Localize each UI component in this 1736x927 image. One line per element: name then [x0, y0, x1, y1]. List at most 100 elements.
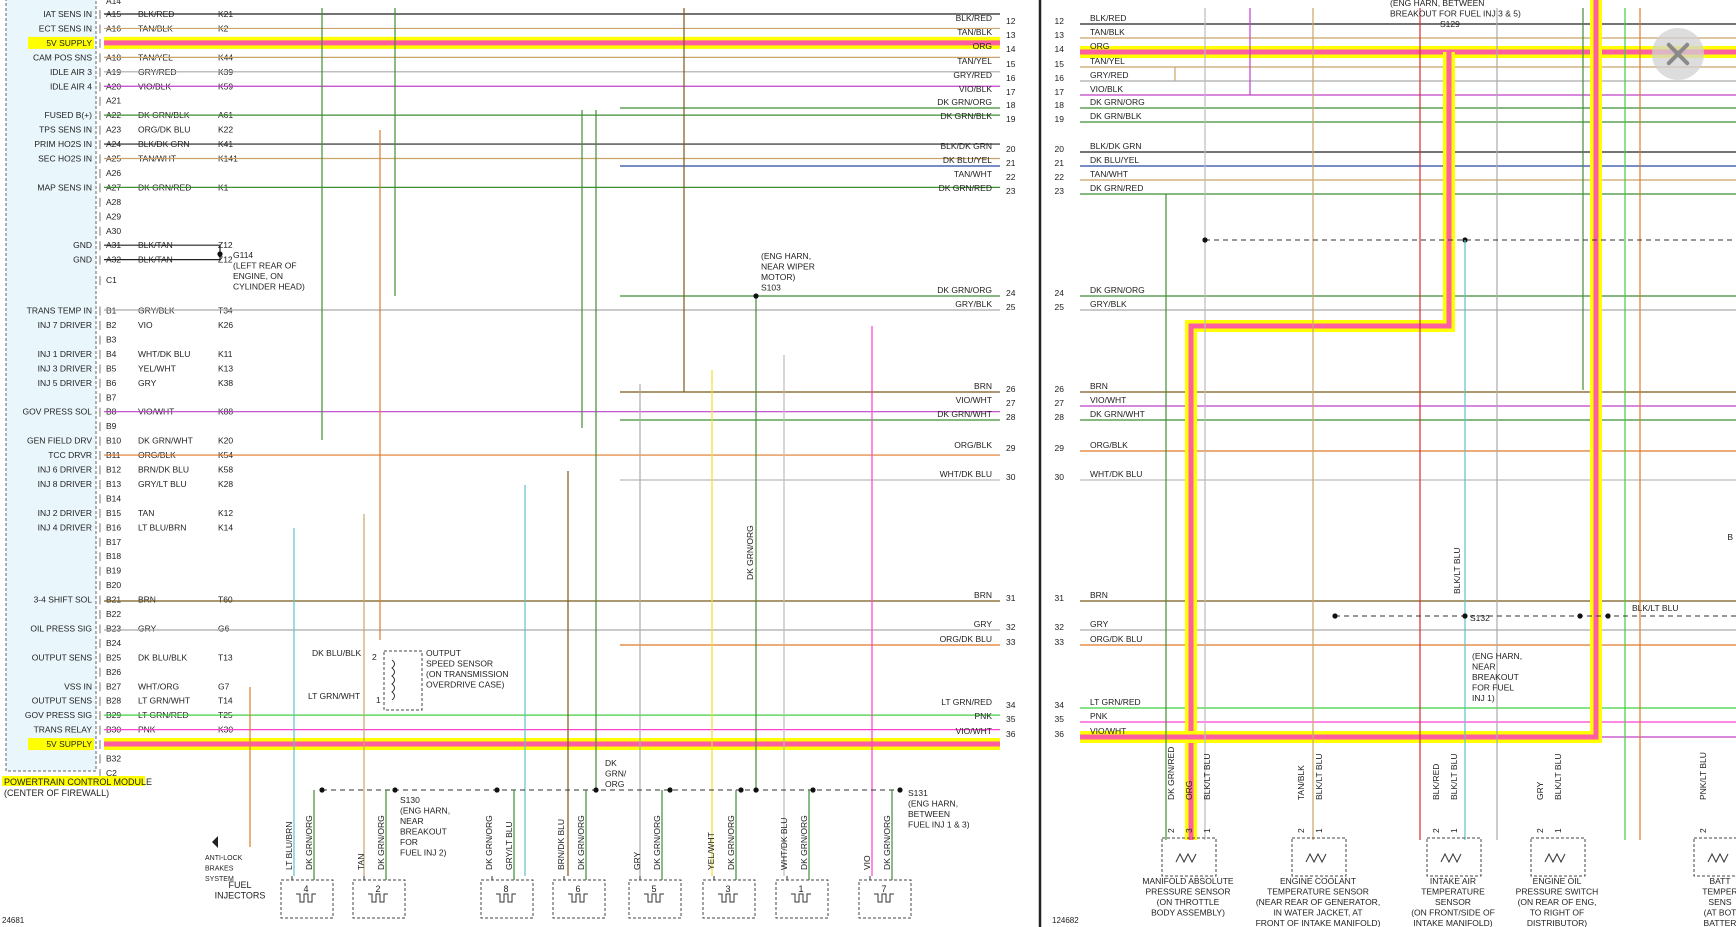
pin-number: B25 [106, 652, 121, 662]
wire-color-label: BRN [138, 595, 156, 605]
injector-coil-symbol [644, 893, 664, 903]
connector-pin-number: 14 [1006, 44, 1016, 54]
pin-function-label: TRANS RELAY [34, 725, 93, 735]
connector-pin-number: 31 [1055, 593, 1065, 603]
wire-color-label: ORG [973, 41, 992, 51]
wire-color-label: BLK/RED [1090, 13, 1126, 23]
pcm-title: POWERTRAIN CONTROL MODULE [4, 777, 152, 787]
sensor-label: DISTRIBUTOR) [1527, 918, 1587, 927]
sensor-label: IN WATER JACKET, AT [1273, 908, 1362, 918]
vertical-wire-label: BLK/RED [1431, 764, 1441, 800]
vertical-wire-label: GRY [632, 851, 642, 870]
sensor-label: (ON TRANSMISSION [426, 669, 509, 679]
splice-label: S131 [908, 788, 928, 798]
wire-color-label: LT GRN/RED [941, 697, 992, 707]
splice-label: (ENG HARN, [761, 251, 811, 261]
splice-label: NEAR WIPER [761, 262, 815, 272]
pin-number: B13 [106, 479, 121, 489]
sensor-symbol [1544, 852, 1566, 864]
connector-pin-number: 12 [1055, 16, 1065, 26]
connector-pin-number: 35 [1006, 714, 1016, 724]
wire-color-label: GRY/RED [1090, 70, 1129, 80]
pin-function-label: ECT SENS IN [39, 23, 92, 33]
coil-symbol [391, 659, 395, 701]
wire-color-label: GRY [974, 619, 993, 629]
pin-function-label: MAP SENS IN [37, 182, 92, 192]
connector-pin-number: 16 [1006, 73, 1016, 83]
vertical-wire-label: TAN/BLK [1296, 765, 1306, 800]
connector-pin-number: 20 [1006, 144, 1016, 154]
sensor-label: MANIFOLD ABSOLUTE [1142, 876, 1233, 886]
close-button[interactable] [1652, 28, 1704, 80]
pin-number: B7 [106, 392, 117, 402]
splice-dot [810, 787, 816, 793]
splice-s103-dot [753, 293, 759, 299]
wire-color-label: TAN/WHT [1090, 169, 1128, 179]
ground-label: ENGINE, ON [233, 271, 283, 281]
circuit-id-label: K20 [218, 436, 233, 446]
connector-pin-number: 15 [1006, 59, 1016, 69]
wire-color-label: GRY/RED [953, 70, 992, 80]
wire-color-label: TAN/YEL [1090, 56, 1125, 66]
pin-function-label: TCC DRVR [48, 450, 92, 460]
injector-coil-symbol [368, 893, 388, 903]
pin-number: 2 [1535, 828, 1545, 833]
connector-pin-number: 17 [1006, 87, 1016, 97]
connector-pin-number: 31 [1006, 593, 1016, 603]
injector-number: 8 [503, 884, 508, 894]
pin-number: B16 [106, 522, 121, 532]
pin-function-label: IDLE AIR 3 [50, 67, 92, 77]
splice-label: GRN/ [605, 769, 627, 779]
pin-function-label: INJ 6 DRIVER [38, 465, 92, 475]
circuit-id-label: T60 [218, 595, 233, 605]
vertical-wire-label: DK GRN/ORG [726, 815, 736, 870]
connector-pin-number: 20 [1055, 144, 1065, 154]
splice-dot [1577, 613, 1583, 619]
connector-pin-number: 33 [1055, 637, 1065, 647]
wire-color-label: DK GRN/ORG [937, 285, 992, 295]
pin-number: B3 [106, 334, 117, 344]
splice-label: (ENG HARN, [400, 806, 450, 816]
connector-pin-number: 34 [1006, 700, 1016, 710]
pin-function-label: TPS SENS IN [39, 125, 92, 135]
vertical-wire-label: BLK/LT BLU [1314, 754, 1324, 800]
wire-color-label: TAN/BLK [957, 27, 992, 37]
circuit-id-label: K14 [218, 522, 233, 532]
wire-color-label: VIO/BLK [959, 84, 992, 94]
splice-dot [897, 787, 903, 793]
sensor-label: FRONT OF INTAKE MANIFOLD) [1256, 918, 1381, 927]
vertical-wire-label: DK GRN/ORG [376, 815, 386, 870]
wire-color-label: DK GRN/WHT [138, 436, 193, 446]
vertical-wire-label: DK GRN/ORG [799, 815, 809, 870]
sensor-symbol [1440, 852, 1462, 864]
pin-function-label: FUSED B(+) [45, 110, 93, 120]
splice-dot [1605, 613, 1611, 619]
vertical-wire-label: BLK/LT BLU [1202, 754, 1212, 800]
vertical-wire-label: DK GRN/ORG [576, 815, 586, 870]
splice-dot [667, 787, 673, 793]
pin-number: 1 [1314, 828, 1324, 833]
pin-number: A29 [106, 211, 121, 221]
splice-label: NEAR [400, 816, 424, 826]
pin-function-label: PRIM HO2S IN [34, 139, 92, 149]
pin-number: B24 [106, 638, 121, 648]
connector-pin-number: 18 [1055, 100, 1065, 110]
wire-color-label: DK GRN/RED [1090, 183, 1143, 193]
wire-color-label: GRY/BLK [955, 299, 992, 309]
pin-function-label: GND [73, 255, 92, 265]
wire-color-label: DK GRN/ORG [1090, 285, 1145, 295]
connector-rows: BLK/RED 12 12 BLK/REDTAN/BLK 13 13 TAN/BLKORG 1… [233, 0, 1733, 739]
wire-color-label: WHT/DK BLU [1090, 469, 1142, 479]
pin-number: B28 [106, 696, 121, 706]
circuit-id-label: G7 [218, 681, 230, 691]
wire-color-label: GRY [138, 378, 157, 388]
vertical-wire-label: BRN/DK BLU [556, 819, 566, 870]
wire-color-label: DK GRN/ORG [1090, 97, 1145, 107]
connector-pin-number: 13 [1055, 30, 1065, 40]
wire-color-label: BRN [1090, 381, 1108, 391]
vertical-wire-label: GRY [1535, 781, 1545, 800]
splice-label: BETWEEN [908, 809, 950, 819]
wire-color-label: DK GRN/WHT [1090, 409, 1145, 419]
ground-g114-dot [217, 251, 223, 257]
splice-label: NEAR [1472, 662, 1496, 672]
